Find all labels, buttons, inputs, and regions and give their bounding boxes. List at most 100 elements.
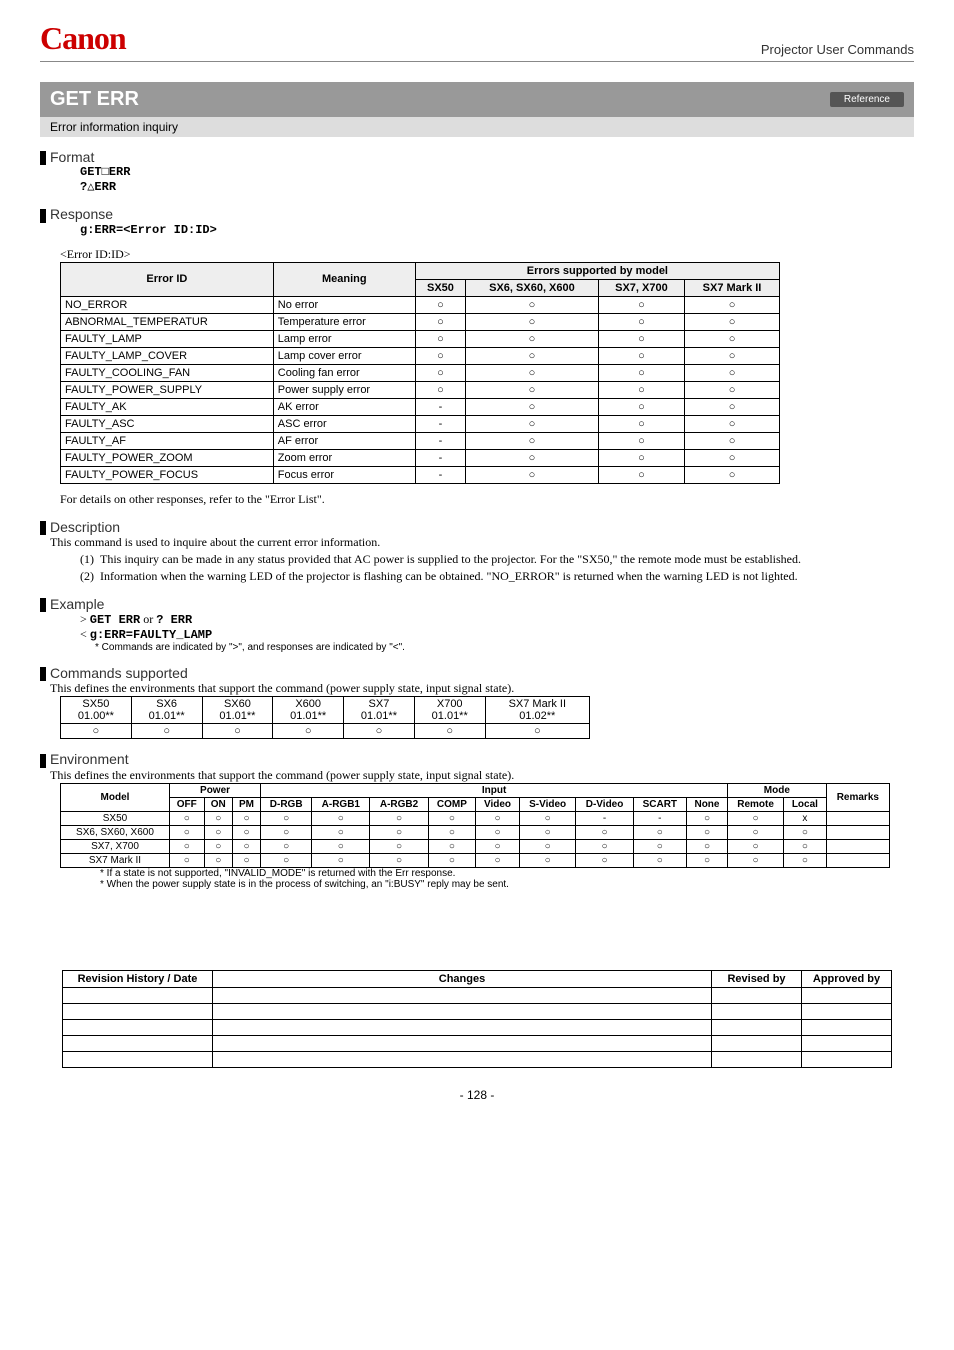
example-prompt-2: <: [80, 627, 90, 641]
error-id-caption: <Error ID:ID>: [60, 247, 914, 262]
example-heading: Example: [40, 596, 914, 612]
description-item-2-text: Information when the warning LED of the …: [100, 569, 798, 583]
format-heading-text: Format: [50, 149, 94, 165]
reference-badge: Reference: [830, 92, 904, 107]
command-title-bar: GET ERR Reference: [40, 82, 914, 117]
environment-table: Model Power Input Mode Remarks OFF ON PM…: [60, 783, 890, 868]
example-cmd-1: GET ERR: [90, 613, 140, 627]
env-row: SX7, X700○○○○○○○○○○○○○○: [61, 839, 890, 853]
error-row: FAULTY_POWER_SUPPLYPower supply error○○○…: [61, 381, 780, 398]
env-col-input: Input: [261, 783, 728, 797]
env-col-comp: COMP: [428, 797, 476, 811]
env-col-svideo: S-Video: [519, 797, 576, 811]
env-col-none: None: [686, 797, 727, 811]
env-col-remarks: Remarks: [826, 783, 889, 811]
response-note: For details on other responses, refer to…: [60, 492, 914, 507]
env-row: SX6, SX60, X600○○○○○○○○○○○○○○: [61, 825, 890, 839]
col-models-top: Errors supported by model: [415, 262, 779, 279]
example-heading-text: Example: [50, 596, 104, 612]
cmd-head-cell: SX7 Mark II01.02**: [485, 697, 589, 724]
rev-col-changes: Changes: [213, 970, 712, 987]
cmd-supp-cell: ○: [414, 724, 485, 739]
col-sx7: SX7, X700: [598, 279, 684, 296]
cmd-head-cell: X60001.01**: [273, 697, 344, 724]
description-item-1-text: This inquiry can be made in any status p…: [100, 552, 801, 566]
description-heading-text: Description: [50, 519, 120, 535]
response-line: g:ERR=<Error ID:ID>: [80, 223, 914, 237]
page-number: - 128 -: [40, 1088, 914, 1102]
env-col-on: ON: [204, 797, 232, 811]
commands-intro: This defines the environments that suppo…: [50, 681, 914, 696]
rev-row: [63, 1019, 892, 1035]
cmd-head-cell: SX5001.00**: [61, 697, 132, 724]
format-line-1: GET□ERR: [80, 165, 914, 179]
error-row: FAULTY_LAMPLamp error○○○○: [61, 330, 780, 347]
format-line-2: ?△ERR: [80, 179, 914, 194]
col-meaning: Meaning: [273, 262, 415, 296]
rev-row: [63, 1051, 892, 1067]
description-item-1: (1) This inquiry can be made in any stat…: [80, 552, 914, 567]
error-row: ABNORMAL_TEMPERATURTemperature error○○○○: [61, 313, 780, 330]
error-row: FAULTY_AKAK error-○○○: [61, 398, 780, 415]
description-heading: Description: [40, 519, 914, 535]
command-name: GET ERR: [50, 88, 139, 111]
env-row: SX7 Mark II○○○○○○○○○○○○○○: [61, 853, 890, 867]
error-row: NO_ERRORNo error○○○○: [61, 296, 780, 313]
env-col-model: Model: [61, 783, 170, 811]
example-line-1: > GET ERR or ? ERR: [80, 612, 914, 627]
revision-table: Revision History / Date Changes Revised …: [62, 970, 892, 1068]
env-col-local: Local: [784, 797, 827, 811]
error-table: Error ID Meaning Errors supported by mod…: [60, 262, 780, 484]
response-heading-text: Response: [50, 206, 113, 222]
cmd-supp-cell: ○: [61, 724, 132, 739]
example-note: * Commands are indicated by ">", and res…: [95, 642, 914, 653]
env-col-argb1: A-RGB1: [312, 797, 370, 811]
error-row: FAULTY_COOLING_FANCooling fan error○○○○: [61, 364, 780, 381]
env-col-argb2: A-RGB2: [370, 797, 428, 811]
cmd-head-cell: SX701.01**: [344, 697, 415, 724]
env-col-power: Power: [169, 783, 260, 797]
canon-logo: Canon: [40, 20, 126, 57]
cmd-supp-cell: ○: [485, 724, 589, 739]
example-cmd-2: ? ERR: [156, 613, 192, 627]
env-col-pm: PM: [232, 797, 260, 811]
col-error-id: Error ID: [61, 262, 274, 296]
env-footnote-1: * If a state is not supported, "INVALID_…: [100, 868, 914, 879]
env-col-scart: SCART: [633, 797, 686, 811]
rev-col-approved: Approved by: [802, 970, 892, 987]
error-row: FAULTY_LAMP_COVERLamp cover error○○○○: [61, 347, 780, 364]
error-row: FAULTY_AFAF error-○○○: [61, 432, 780, 449]
rev-row: [63, 1035, 892, 1051]
error-row: FAULTY_POWER_ZOOMZoom error-○○○: [61, 449, 780, 466]
example-prompt-1: >: [80, 612, 90, 626]
description-intro: This command is used to inquire about th…: [50, 535, 914, 550]
error-row: FAULTY_POWER_FOCUSFocus error-○○○: [61, 466, 780, 483]
env-col-mode: Mode: [728, 783, 827, 797]
cmd-supp-cell: ○: [344, 724, 415, 739]
cmd-supp-cell: ○: [131, 724, 202, 739]
col-sx50: SX50: [415, 279, 465, 296]
error-row: FAULTY_ASCASC error-○○○: [61, 415, 780, 432]
page-header: Canon Projector User Commands: [40, 20, 914, 62]
cmd-head-cell: SX601.01**: [131, 697, 202, 724]
cmd-head-cell: SX6001.01**: [202, 697, 273, 724]
environment-heading-text: Environment: [50, 751, 129, 767]
env-col-off: OFF: [169, 797, 204, 811]
cmd-supp-cell: ○: [202, 724, 273, 739]
description-item-2: (2) Information when the warning LED of …: [80, 569, 914, 584]
commands-heading-text: Commands supported: [50, 665, 188, 681]
command-subtitle: Error information inquiry: [40, 117, 914, 137]
col-sx6: SX6, SX60, X600: [466, 279, 599, 296]
env-row: SX50○○○○○○○○○--○○x: [61, 811, 890, 825]
environment-intro: This defines the environments that suppo…: [50, 768, 914, 783]
environment-heading: Environment: [40, 751, 914, 767]
response-heading: Response: [40, 206, 914, 222]
env-footnote-2: * When the power supply state is in the …: [100, 879, 914, 890]
env-col-remote: Remote: [728, 797, 784, 811]
col-sx7m2: SX7 Mark II: [685, 279, 780, 296]
example-or: or: [140, 612, 156, 626]
doc-title: Projector User Commands: [761, 42, 914, 57]
rev-row: [63, 1003, 892, 1019]
cmd-head-cell: X70001.01**: [414, 697, 485, 724]
rev-col-revised: Revised by: [712, 970, 802, 987]
